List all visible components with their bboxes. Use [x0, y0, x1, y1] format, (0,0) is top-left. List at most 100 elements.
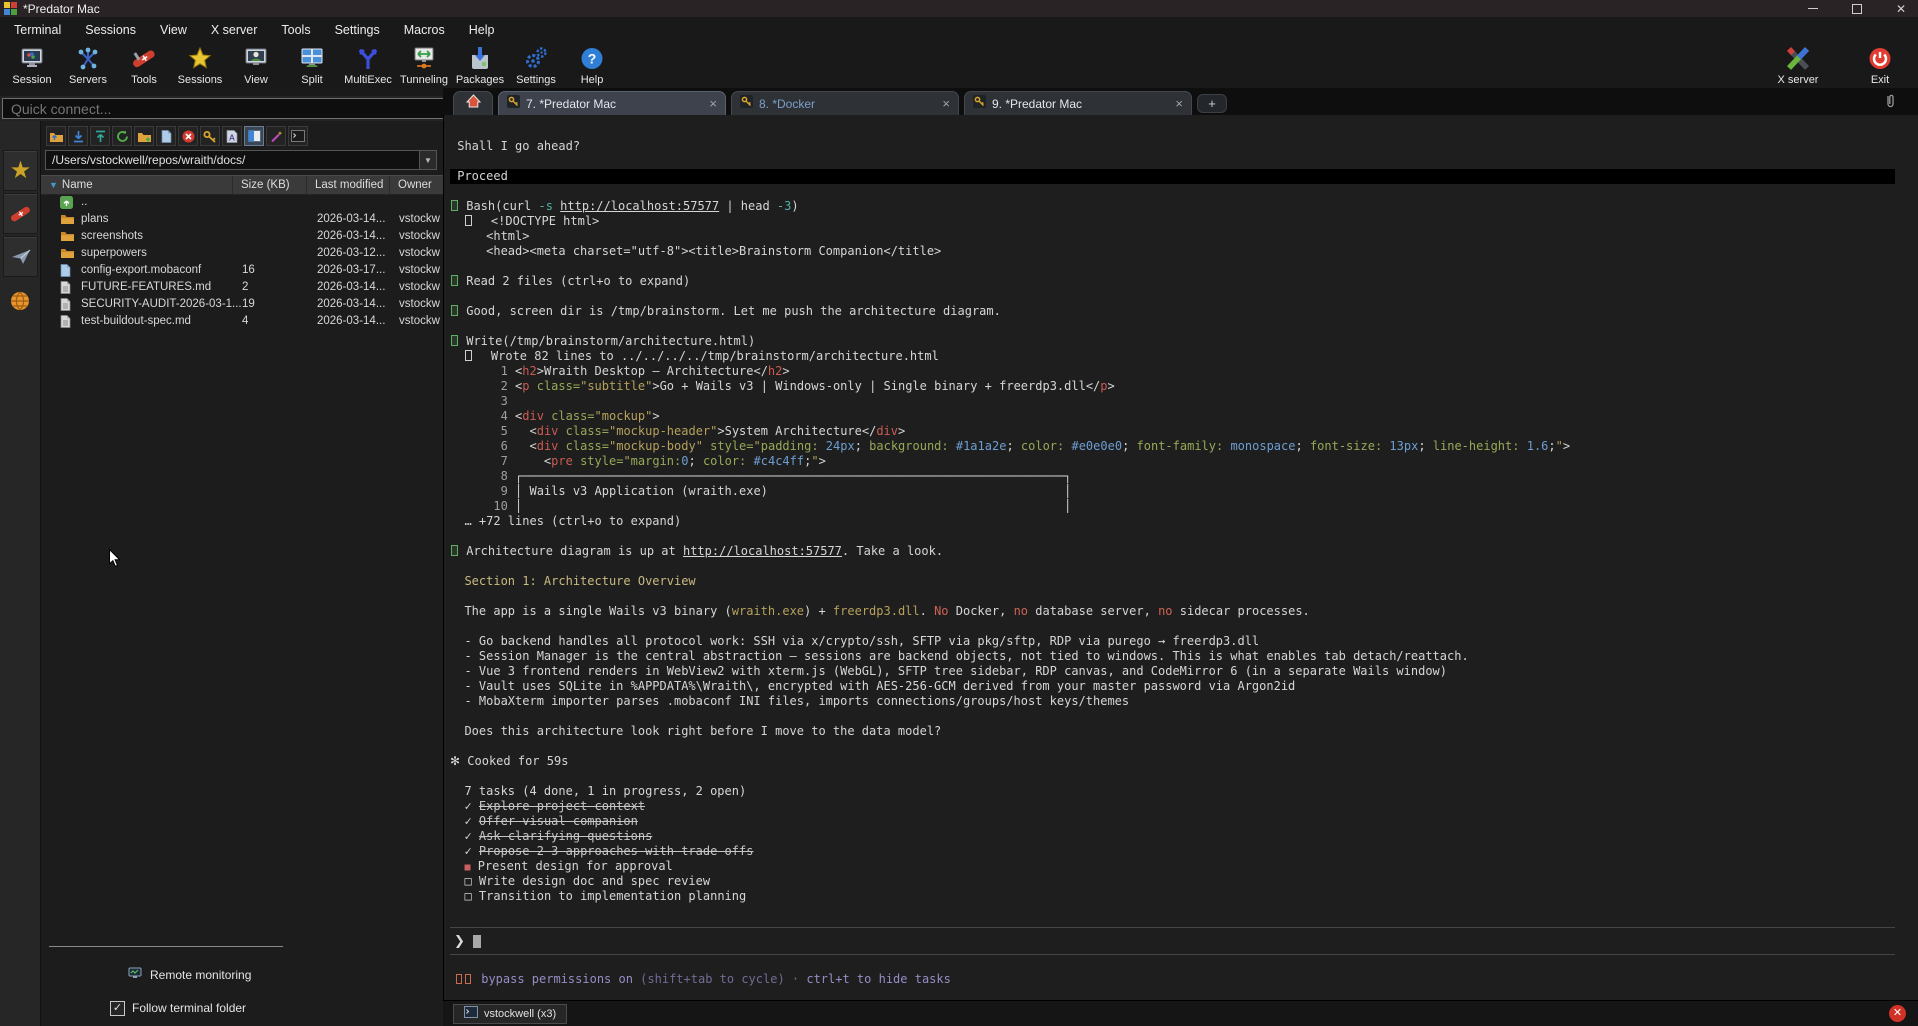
toolbar-split-button[interactable]: Split — [284, 42, 340, 86]
file-table-header: ▼NameSize (KB)Last modified Owner — [41, 175, 443, 195]
session-tab-vstockwell[interactable]: vstockwell (x3) — [453, 1004, 567, 1024]
path-dropdown-button[interactable]: ▼ — [420, 150, 437, 170]
toolbar-sessions-button[interactable]: Sessions — [172, 42, 228, 86]
tab-close-icon[interactable]: × — [942, 96, 950, 111]
file-name: plans — [81, 211, 109, 228]
toolbar-session-button[interactable]: Session — [4, 42, 60, 86]
minimize-button[interactable] — [1806, 2, 1820, 16]
file-toolbar-key-button[interactable] — [200, 126, 220, 146]
column-header-label: Owner — [398, 179, 432, 191]
terminal-line: <html> — [450, 229, 1895, 244]
toolbar-packages-button[interactable]: Packages — [452, 42, 508, 86]
column-header-owner[interactable]: Owner — [390, 176, 444, 194]
file-toolbar-new-folder-button[interactable] — [134, 126, 154, 146]
close-terminal-button[interactable]: ✕ — [1889, 1005, 1906, 1022]
terminal-line: ✓ Explore project context — [450, 799, 1895, 814]
remote-monitoring-button[interactable]: Remote monitoring — [128, 964, 251, 986]
quick-connect-input[interactable] — [2, 98, 448, 119]
terminal-line — [450, 154, 1895, 169]
file-row-plans[interactable]: plans2026-03-14...vstockw — [41, 211, 443, 228]
terminal-line: Shall I go ahead? — [450, 139, 1895, 154]
toolbar-exit-button[interactable]: Exit — [1852, 42, 1908, 86]
terminal-line: 7 tasks (4 done, 1 in progress, 2 open) — [450, 784, 1895, 799]
file-toolbar-download-button[interactable] — [68, 126, 88, 146]
sidebar: ★ A /Users/vstockwell/repos/wraith/docs/… — [0, 96, 443, 1026]
column-header-name[interactable]: ▼Name — [41, 176, 233, 194]
file-row-config-export-mobaconf[interactable]: config-export.mobaconf162026-03-17...vst… — [41, 262, 443, 279]
toolbar-x-server-button[interactable]: X server — [1770, 42, 1826, 86]
checkbox-icon[interactable]: ✓ — [110, 1001, 125, 1016]
home-tab[interactable] — [453, 91, 493, 115]
terminal-line: Read 2 files (ctrl+o to expand) — [450, 274, 1895, 289]
prompt-input-box[interactable]: ❯ — [450, 927, 1895, 955]
sidebar-swiss-knife-icon[interactable] — [3, 193, 38, 234]
file-row-security-audit-2026-03-1[interactable]: SECURITY-AUDIT-2026-03-1...192026-03-14.… — [41, 296, 443, 313]
menu-item-view[interactable]: View — [160, 23, 187, 37]
file-toolbar-delete-button[interactable] — [178, 126, 198, 146]
terminal-line — [450, 184, 1895, 199]
tab-close-icon[interactable]: × — [709, 96, 717, 111]
file-row-[interactable]: .. — [41, 194, 443, 211]
path-input[interactable]: /Users/vstockwell/repos/wraith/docs/ — [45, 150, 420, 170]
file-toolbar-rename-button[interactable]: A — [222, 126, 242, 146]
terminal-line — [450, 559, 1895, 574]
terminal-line: Good, screen dir is /tmp/brainstorm. Let… — [450, 304, 1895, 319]
file-toolbar-terminal-button[interactable] — [288, 126, 308, 146]
menu-item-tools[interactable]: Tools — [281, 23, 310, 37]
toolbar-tunneling-button[interactable]: Tunneling — [396, 42, 452, 86]
sidebar-favorites-star-icon[interactable]: ★ — [3, 150, 38, 191]
status-line: bypass permissions on (shift+tab to cycl… — [456, 972, 951, 987]
tab-7-predator-mac[interactable]: 7. *Predator Mac× — [498, 91, 726, 115]
toolbar-view-button[interactable]: View — [228, 42, 284, 86]
follow-terminal-folder-checkbox[interactable]: ✓ Follow terminal folder — [110, 997, 246, 1019]
menu-item-sessions[interactable]: Sessions — [85, 23, 136, 37]
toolbar-tools-button[interactable]: Tools — [116, 42, 172, 86]
toolbar-settings-label: Settings — [516, 74, 556, 86]
terminal-line: ✓ Offer visual companion — [450, 814, 1895, 829]
toolbar-multiexec-button[interactable]: MultiExec — [340, 42, 396, 86]
file-toolbar-new-file-button[interactable] — [156, 126, 176, 146]
column-header-size-kb[interactable]: Size (KB) — [233, 176, 307, 194]
file-toolbar-parent-folder-button[interactable] — [46, 126, 66, 146]
tab-close-icon[interactable]: × — [1175, 96, 1183, 111]
tab-9-predator-mac[interactable]: 9. *Predator Mac× — [964, 91, 1192, 115]
toolbar-help-button[interactable]: ?Help — [564, 42, 620, 86]
tab-8-docker[interactable]: 8. *Docker× — [731, 91, 959, 115]
close-button[interactable]: ✕ — [1894, 2, 1908, 16]
file-row-superpowers[interactable]: superpowers2026-03-12...vstockw — [41, 245, 443, 262]
column-header-last-modified[interactable]: Last modified — [307, 176, 390, 194]
menu-item-help[interactable]: Help — [469, 23, 495, 37]
exit-icon — [1867, 45, 1893, 72]
file-row-test-buildout-spec-md[interactable]: test-buildout-spec.md42026-03-14...vstoc… — [41, 313, 443, 330]
file-size: 19 — [242, 296, 255, 313]
file-name: FUTURE-FEATURES.md — [81, 279, 211, 296]
file-row-future-features-md[interactable]: FUTURE-FEATURES.md22026-03-14...vstockw — [41, 279, 443, 296]
menu-item-macros[interactable]: Macros — [404, 23, 445, 37]
sidebar-paper-plane-icon[interactable] — [3, 236, 38, 277]
terminal-pane[interactable]: Shall I go ahead? Proceed Bash(curl -s h… — [443, 115, 1918, 1000]
follow-terminal-folder-label: Follow terminal folder — [132, 1001, 246, 1015]
menu-item-terminal[interactable]: Terminal — [14, 23, 61, 37]
missing-glyph — [451, 305, 458, 316]
terminal-line: - Vue 3 frontend renders in WebView2 wit… — [450, 664, 1895, 679]
terminal-line — [450, 289, 1895, 304]
file-row-screenshots[interactable]: screenshots2026-03-14...vstockw — [41, 228, 443, 245]
terminal-line: ✻ Cooked for 59s — [450, 754, 1895, 769]
maximize-button[interactable] — [1850, 2, 1864, 16]
toolbar-servers-button[interactable]: Servers — [60, 42, 116, 86]
file-toolbar-refresh-button[interactable] — [112, 126, 132, 146]
sidebar-icon-strip: ★ — [0, 121, 40, 1026]
sidebar-globe-icon[interactable] — [3, 281, 36, 320]
missing-glyph — [451, 275, 458, 286]
file-toolbar-split-view-button[interactable] — [244, 126, 264, 146]
knife-icon — [131, 45, 157, 72]
toolbar-settings-button[interactable]: Settings — [508, 42, 564, 86]
file-modified: 2026-03-17... — [317, 262, 385, 279]
menu-item-settings[interactable]: Settings — [335, 23, 380, 37]
paperclip-icon[interactable] — [1885, 93, 1896, 113]
menu-item-x-server[interactable]: X server — [211, 23, 258, 37]
terminal-line: Proceed — [450, 169, 1895, 184]
file-toolbar-wizard-button[interactable] — [266, 126, 286, 146]
new-tab-button[interactable]: + — [1197, 94, 1227, 113]
file-toolbar-upload-button[interactable] — [90, 126, 110, 146]
